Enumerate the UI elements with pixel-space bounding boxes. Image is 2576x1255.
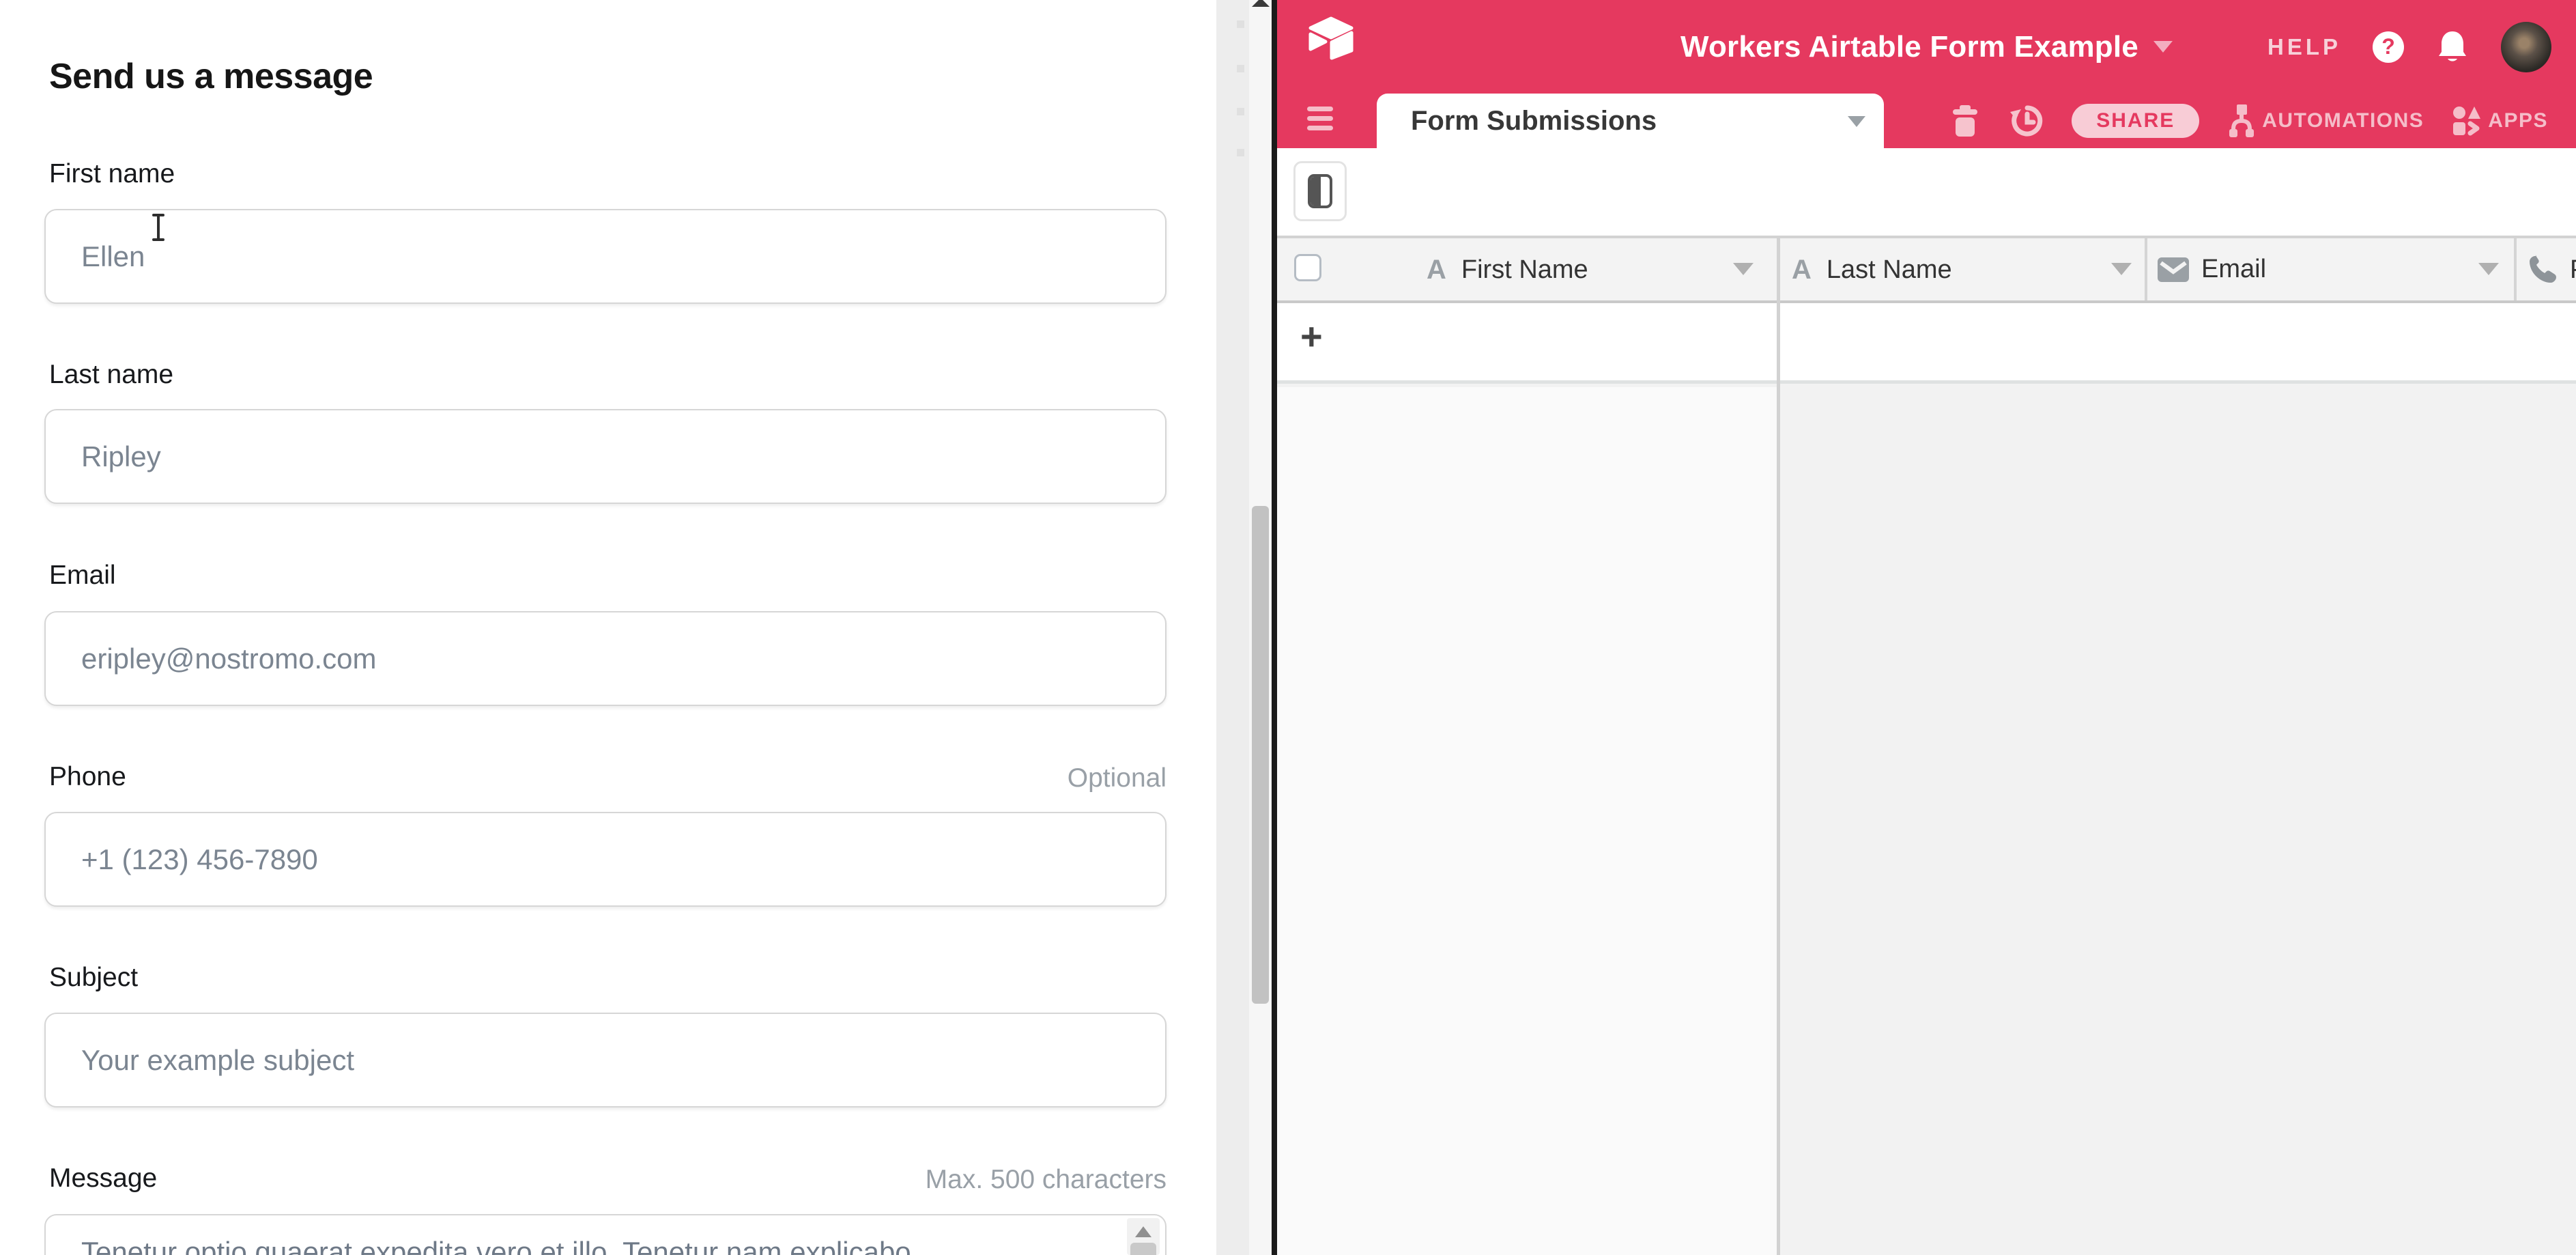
table-tab-bar: Form Submissions SHARE	[1277, 94, 2576, 148]
grid-empty-area-frozen	[1277, 387, 1777, 1255]
textarea-scrollbar-thumb[interactable]	[1130, 1243, 1156, 1255]
column-label: First Name	[1461, 255, 1588, 285]
subject-input[interactable]	[44, 1013, 1167, 1108]
chevron-down-icon[interactable]	[1848, 116, 1865, 127]
apps-button[interactable]: APPS	[2452, 106, 2548, 136]
gutter-dot	[1237, 20, 1244, 28]
view-toolbar: Grid view ••• </>	[1277, 148, 2576, 236]
message-textarea[interactable]	[44, 1214, 1167, 1255]
column-separator[interactable]	[2145, 238, 2147, 300]
column-header-email[interactable]: Email	[2158, 255, 2266, 284]
grid-empty-area	[1780, 387, 2576, 1255]
grid-column-header-row: A First Name A Last Name Email Phone	[1277, 236, 2576, 303]
airtable-title-bar: Workers Airtable Form Example HELP ?	[1277, 0, 2576, 94]
base-title[interactable]: Workers Airtable Form Example	[1680, 30, 2138, 64]
automations-button[interactable]: AUTOMATIONS	[2228, 104, 2424, 137]
add-row-plus-button[interactable]: +	[1300, 314, 1323, 358]
table-tab-label: Form Submissions	[1411, 106, 1657, 137]
column-header-last-name[interactable]: A Last Name	[1792, 255, 1952, 285]
automations-label: AUTOMATIONS	[2262, 109, 2424, 132]
column-label: Last Name	[1827, 255, 1952, 285]
select-all-checkbox[interactable]	[1294, 254, 1321, 281]
gutter-dot	[1237, 149, 1244, 156]
chevron-down-icon[interactable]	[2111, 263, 2132, 275]
column-label: Email	[2201, 255, 2266, 284]
sidebar-icon	[1308, 174, 1332, 208]
single-line-text-icon: A	[1792, 255, 1812, 285]
column-separator[interactable]	[2514, 238, 2517, 300]
last-name-input[interactable]	[44, 409, 1167, 504]
chevron-down-icon[interactable]	[2153, 41, 2173, 53]
single-line-text-icon: A	[1427, 255, 1446, 285]
bell-icon[interactable]	[2435, 29, 2470, 66]
apps-icon	[2452, 106, 2481, 136]
message-max-chars-hint: Max. 500 characters	[926, 1165, 1167, 1195]
frozen-column-divider[interactable]	[1777, 236, 1780, 1255]
column-label: Phone	[2570, 255, 2576, 285]
phone-label: Phone	[49, 762, 126, 792]
share-button[interactable]: SHARE	[2072, 104, 2199, 138]
airtable-window: Workers Airtable Form Example HELP ? For…	[1277, 0, 2576, 1255]
i-beam-cursor	[149, 213, 167, 242]
tab-bar-actions: SHARE AUTOMATIONS APPS	[1950, 94, 2548, 148]
help-button[interactable]: HELP	[2267, 34, 2341, 60]
title-bar-actions: HELP ?	[2267, 0, 2551, 94]
apps-label: APPS	[2488, 109, 2548, 132]
gutter-dot	[1237, 65, 1244, 72]
view-sidebar-toggle-button[interactable]	[1293, 161, 1347, 221]
last-name-label: Last name	[49, 360, 173, 390]
tab-form-submissions[interactable]: Form Submissions	[1377, 94, 1884, 148]
chevron-down-icon[interactable]	[1733, 263, 1754, 275]
chevron-down-icon[interactable]	[2478, 263, 2499, 275]
scroll-up-arrow-icon[interactable]	[1135, 1226, 1151, 1237]
scrollbar-top-arrow-icon[interactable]	[1252, 0, 1270, 7]
left-window-scroll-gutter	[1216, 0, 1249, 1255]
history-icon[interactable]	[2009, 105, 2043, 137]
phone-input[interactable]	[44, 812, 1167, 907]
column-header-phone[interactable]: Phone	[2528, 255, 2576, 285]
phone-receiver-icon	[2528, 255, 2558, 285]
hamburger-menu-icon[interactable]	[1307, 107, 1333, 135]
window-divider[interactable]	[1272, 0, 1277, 1255]
left-window-scrollbar-thumb[interactable]	[1252, 506, 1269, 1004]
phone-optional-hint: Optional	[1068, 763, 1167, 793]
contact-form-pane: Send us a message First name Last name E…	[0, 0, 1216, 1255]
first-name-input[interactable]	[44, 209, 1167, 304]
column-header-first-name[interactable]: A First Name	[1427, 255, 1588, 285]
email-envelope-icon	[2158, 257, 2189, 282]
email-label: Email	[49, 561, 116, 591]
gutter-dot	[1237, 108, 1244, 115]
first-name-label: First name	[49, 159, 175, 189]
question-circle-icon[interactable]: ?	[2373, 31, 2404, 63]
email-input[interactable]	[44, 611, 1167, 706]
automations-icon	[2228, 104, 2255, 137]
form-title: Send us a message	[49, 56, 373, 97]
message-label: Message	[49, 1164, 157, 1194]
user-avatar[interactable]	[2501, 22, 2551, 72]
trash-icon[interactable]	[1950, 105, 1980, 137]
subject-label: Subject	[49, 963, 138, 993]
add-row[interactable]: +	[1277, 303, 2576, 384]
